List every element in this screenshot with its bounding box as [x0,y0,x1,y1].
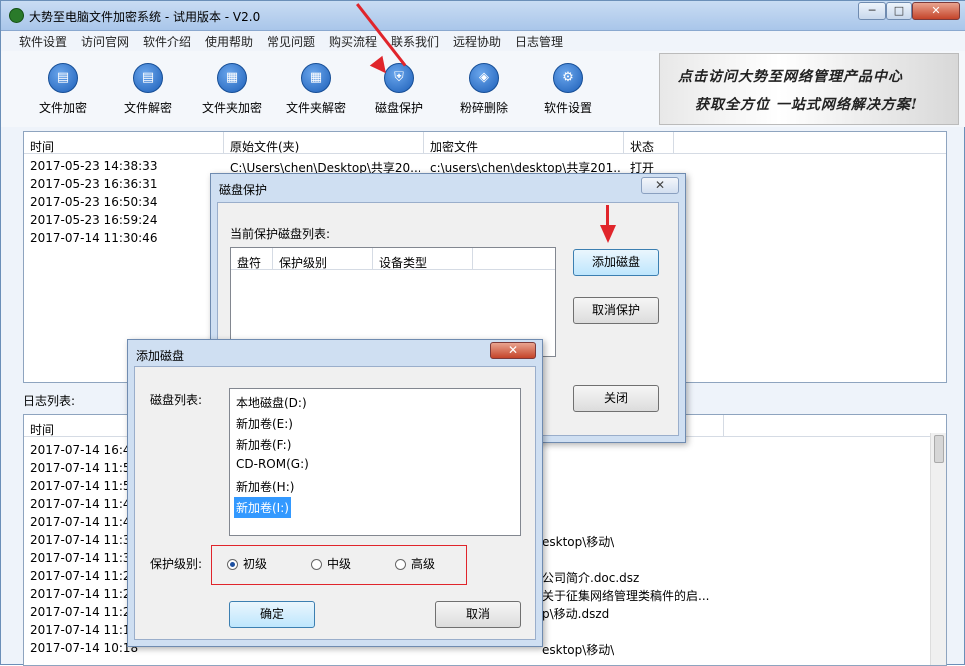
log-row[interactable]: 2017-07-14 11:13 [30,623,138,637]
menu-contact[interactable]: 联系我们 [391,33,439,50]
level-medium-radio[interactable] [311,559,322,570]
log-cell: p\移动.dszd [542,607,610,621]
annotation-arrow-head-2 [600,225,616,243]
log-row[interactable]: 2017-07-14 11:26 [30,587,138,601]
minimize-button[interactable]: ─ [858,2,886,20]
menu-help[interactable]: 使用帮助 [205,33,253,50]
app-logo-icon [9,8,24,23]
main-window: 大势至电脑文件加密系统 - 试用版本 - V2.0 ─ □ ✕ 软件设置 访问官… [0,0,965,666]
title-bar[interactable]: 大势至电脑文件加密系统 - 试用版本 - V2.0 ─ □ ✕ [1,1,965,31]
level-high-radio[interactable] [395,559,406,570]
col-header-blank [674,132,946,154]
table-row[interactable]: 2017-05-23 16:50:34 [30,195,157,209]
log-row[interactable]: 2017-07-14 11:25 [30,605,138,619]
log-cell: esktop\移动\ [542,643,615,657]
log-row[interactable]: 2017-07-14 11:30 [30,551,138,565]
menu-faq[interactable]: 常见问题 [267,33,315,50]
level-basic-label[interactable]: 初级 [243,555,267,572]
add-disk-dialog: 添加磁盘 ✕ 磁盘列表: 本地磁盘(D:) 新加卷(E:) 新加卷(F:) CD… [127,339,543,647]
col-header-time[interactable]: 时间 [24,132,224,154]
log-row[interactable]: 2017-07-14 10:18 [30,641,138,655]
log-row[interactable]: 2017-07-14 11:48 [30,497,138,511]
table-row[interactable]: 2017-07-14 11:30:46 [30,231,157,245]
menu-purchase[interactable]: 购买流程 [329,33,377,50]
disk-item-h[interactable]: 新加卷(H:) [236,478,294,495]
table-row[interactable]: 2017-05-23 16:59:24 [30,213,157,227]
log-row[interactable]: 2017-07-14 16:47 [30,443,138,457]
file-unlock-icon: ▤ [133,63,163,93]
disk-protect-close-button[interactable]: 关闭 [573,385,659,412]
level-basic-radio[interactable] [227,559,238,570]
log-row[interactable]: 2017-07-14 11:51 [30,461,138,475]
table-row[interactable]: 2017-05-23 16:36:31 [30,177,157,191]
add-disk-button[interactable]: 添加磁盘 [573,249,659,276]
add-disk-close-icon[interactable]: ✕ [490,342,536,359]
log-col-header-3 [724,415,930,437]
gear-icon: ⚙ [553,63,583,93]
log-cell: esktop\移动\ [542,535,615,549]
cancel-button[interactable]: 取消 [435,601,521,628]
banner-line-1: 点击访问大势至网络管理产品中心 [678,69,903,85]
table-row[interactable]: 2017-05-23 14:38:33 [30,159,157,173]
log-list-label: 日志列表: [23,394,76,408]
disk-item-f[interactable]: 新加卷(F:) [236,436,291,453]
ok-button[interactable]: 确定 [229,601,315,628]
level-medium-label[interactable]: 中级 [327,555,351,572]
disk-item-i-selected[interactable]: 新加卷(I:) [234,497,291,518]
shred-icon: ◈ [469,63,499,93]
disk-item-e[interactable]: 新加卷(E:) [236,415,293,432]
log-cell: 公司简介.doc.dsz [542,571,640,585]
software-settings-button[interactable]: ⚙ 软件设置 [532,63,604,123]
menu-log-manage[interactable]: 日志管理 [515,33,563,50]
menu-remote-assist[interactable]: 远程协助 [453,33,501,50]
add-disk-title: 添加磁盘 [136,349,185,363]
log-scrollbar[interactable] [930,433,946,665]
annotation-arrow-shaft-2 [606,205,609,227]
col-header-status[interactable]: 状态 [624,132,674,154]
log-row[interactable]: 2017-07-14 11:50 [30,479,138,493]
cancel-protect-button[interactable]: 取消保护 [573,297,659,324]
disk-list-label: 磁盘列表: [150,393,203,407]
banner-line-2: 获取全方位 一站式网络解决方案! [695,97,919,113]
folder-encrypt-button[interactable]: ▦ 文件夹加密 [196,63,268,123]
col-header-encrypted[interactable]: 加密文件 [424,132,624,154]
add-disk-body: 磁盘列表: 本地磁盘(D:) 新加卷(E:) 新加卷(F:) CD-ROM(G:… [134,366,536,640]
disk-item-g[interactable]: CD-ROM(G:) [236,457,309,471]
col-level[interactable]: 保护级别 [273,248,373,270]
menu-website[interactable]: 访问官网 [81,33,129,50]
menu-settings[interactable]: 软件设置 [19,33,67,50]
folder-lock-icon: ▦ [217,63,247,93]
disk-item-d[interactable]: 本地磁盘(D:) [236,394,307,411]
folder-decrypt-button[interactable]: ▦ 文件夹解密 [280,63,352,123]
menu-bar: 软件设置 访问官网 软件介绍 使用帮助 常见问题 购买流程 联系我们 远程协助 … [1,31,965,51]
window-title: 大势至电脑文件加密系统 - 试用版本 - V2.0 [29,10,261,24]
ad-banner[interactable]: 点击访问大势至网络管理产品中心 获取全方位 一站式网络解决方案! [659,53,959,125]
menu-intro[interactable]: 软件介绍 [143,33,191,50]
file-decrypt-button[interactable]: ▤ 文件解密 [112,63,184,123]
file-encrypt-button[interactable]: ▤ 文件加密 [27,63,99,123]
disk-list[interactable]: 本地磁盘(D:) 新加卷(E:) 新加卷(F:) CD-ROM(G:) 新加卷(… [229,388,521,536]
col-device-type[interactable]: 设备类型 [373,248,473,270]
level-high-label[interactable]: 高级 [411,555,435,572]
maximize-button[interactable]: □ [886,2,912,20]
shred-delete-button[interactable]: ◈ 粉碎删除 [448,63,520,123]
protected-list-label: 当前保护磁盘列表: [230,227,331,241]
disk-protect-title: 磁盘保护 [219,183,268,197]
col-blank [473,248,555,270]
protect-level-label: 保护级别: [150,557,203,571]
scroll-thumb[interactable] [934,435,944,463]
file-lock-icon: ▤ [48,63,78,93]
log-row[interactable]: 2017-07-14 11:30 [30,533,138,547]
log-row[interactable]: 2017-07-14 11:26 [30,569,138,583]
folder-unlock-icon: ▦ [301,63,331,93]
log-cell: 关于征集网络管理类稿件的启... [542,589,710,603]
disk-protect-close-icon[interactable]: ✕ [641,177,679,194]
col-header-source[interactable]: 原始文件(夹) [224,132,424,154]
col-drive[interactable]: 盘符 [231,248,273,270]
close-window-button[interactable]: ✕ [912,2,960,20]
log-row[interactable]: 2017-07-14 11:47 [30,515,138,529]
